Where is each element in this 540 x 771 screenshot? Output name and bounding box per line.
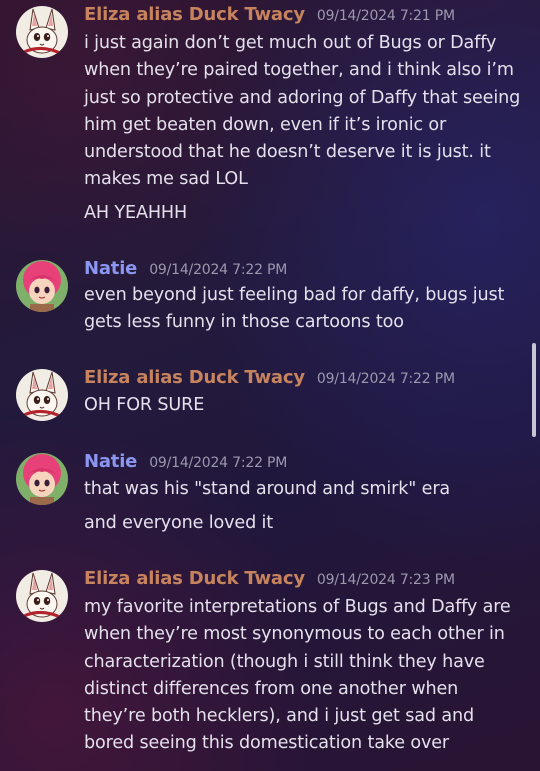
message-text: my favorite interpretations of Bugs and … (84, 597, 511, 754)
message-group: Eliza alias Duck Twacy 09/14/2024 7:22 P… (0, 367, 528, 421)
message-text: even beyond just feeling bad for daffy, … (84, 285, 505, 333)
username[interactable]: Eliza alias Duck Twacy (84, 367, 305, 388)
message-header: Eliza alias Duck Twacy 09/14/2024 7:23 P… (84, 568, 455, 596)
message-header: Eliza alias Duck Twacy 09/14/2024 7:22 P… (84, 367, 455, 395)
message-header: Eliza alias Duck Twacy 09/14/2024 7:21 P… (84, 4, 455, 32)
chat-message-list[interactable]: Eliza alias Duck Twacy 09/14/2024 7:21 P… (0, 0, 540, 771)
timestamp: 09/14/2024 7:22 PM (149, 262, 288, 278)
username[interactable]: Eliza alias Duck Twacy (84, 568, 305, 589)
rabbit-avatar-icon[interactable] (16, 369, 68, 421)
username[interactable]: Eliza alias Duck Twacy (84, 4, 305, 25)
pink-haired-character-avatar-icon[interactable] (16, 453, 68, 505)
timestamp: 09/14/2024 7:22 PM (316, 371, 455, 387)
pink-haired-character-avatar-icon[interactable] (16, 260, 68, 312)
message-group: Eliza alias Duck Twacy 09/14/2024 7:21 P… (0, 4, 528, 230)
message-text: i just again don’t get much out of Bugs … (84, 33, 521, 190)
timestamp: 09/14/2024 7:21 PM (316, 8, 455, 24)
message-group: Natie 09/14/2024 7:22 PM even beyond jus… (0, 258, 528, 338)
message-text: that was his "stand around and smirk" er… (84, 479, 451, 499)
username[interactable]: Natie (84, 451, 137, 472)
message-header: Natie 09/14/2024 7:22 PM (84, 451, 287, 479)
message-group: Eliza alias Duck Twacy 09/14/2024 7:23 P… (0, 568, 528, 764)
timestamp: 09/14/2024 7:22 PM (149, 455, 288, 471)
message-text: OH FOR SURE (84, 395, 205, 415)
username[interactable]: Natie (84, 258, 137, 279)
scrollbar[interactable] (532, 343, 536, 437)
message-group: Natie 09/14/2024 7:22 PM that was his "s… (0, 451, 528, 541)
message-text: AH YEAHHH (84, 203, 188, 223)
rabbit-avatar-icon[interactable] (16, 570, 68, 622)
message-text: and everyone loved it (84, 513, 274, 533)
timestamp: 09/14/2024 7:23 PM (316, 572, 455, 588)
rabbit-avatar-icon[interactable] (16, 6, 68, 58)
